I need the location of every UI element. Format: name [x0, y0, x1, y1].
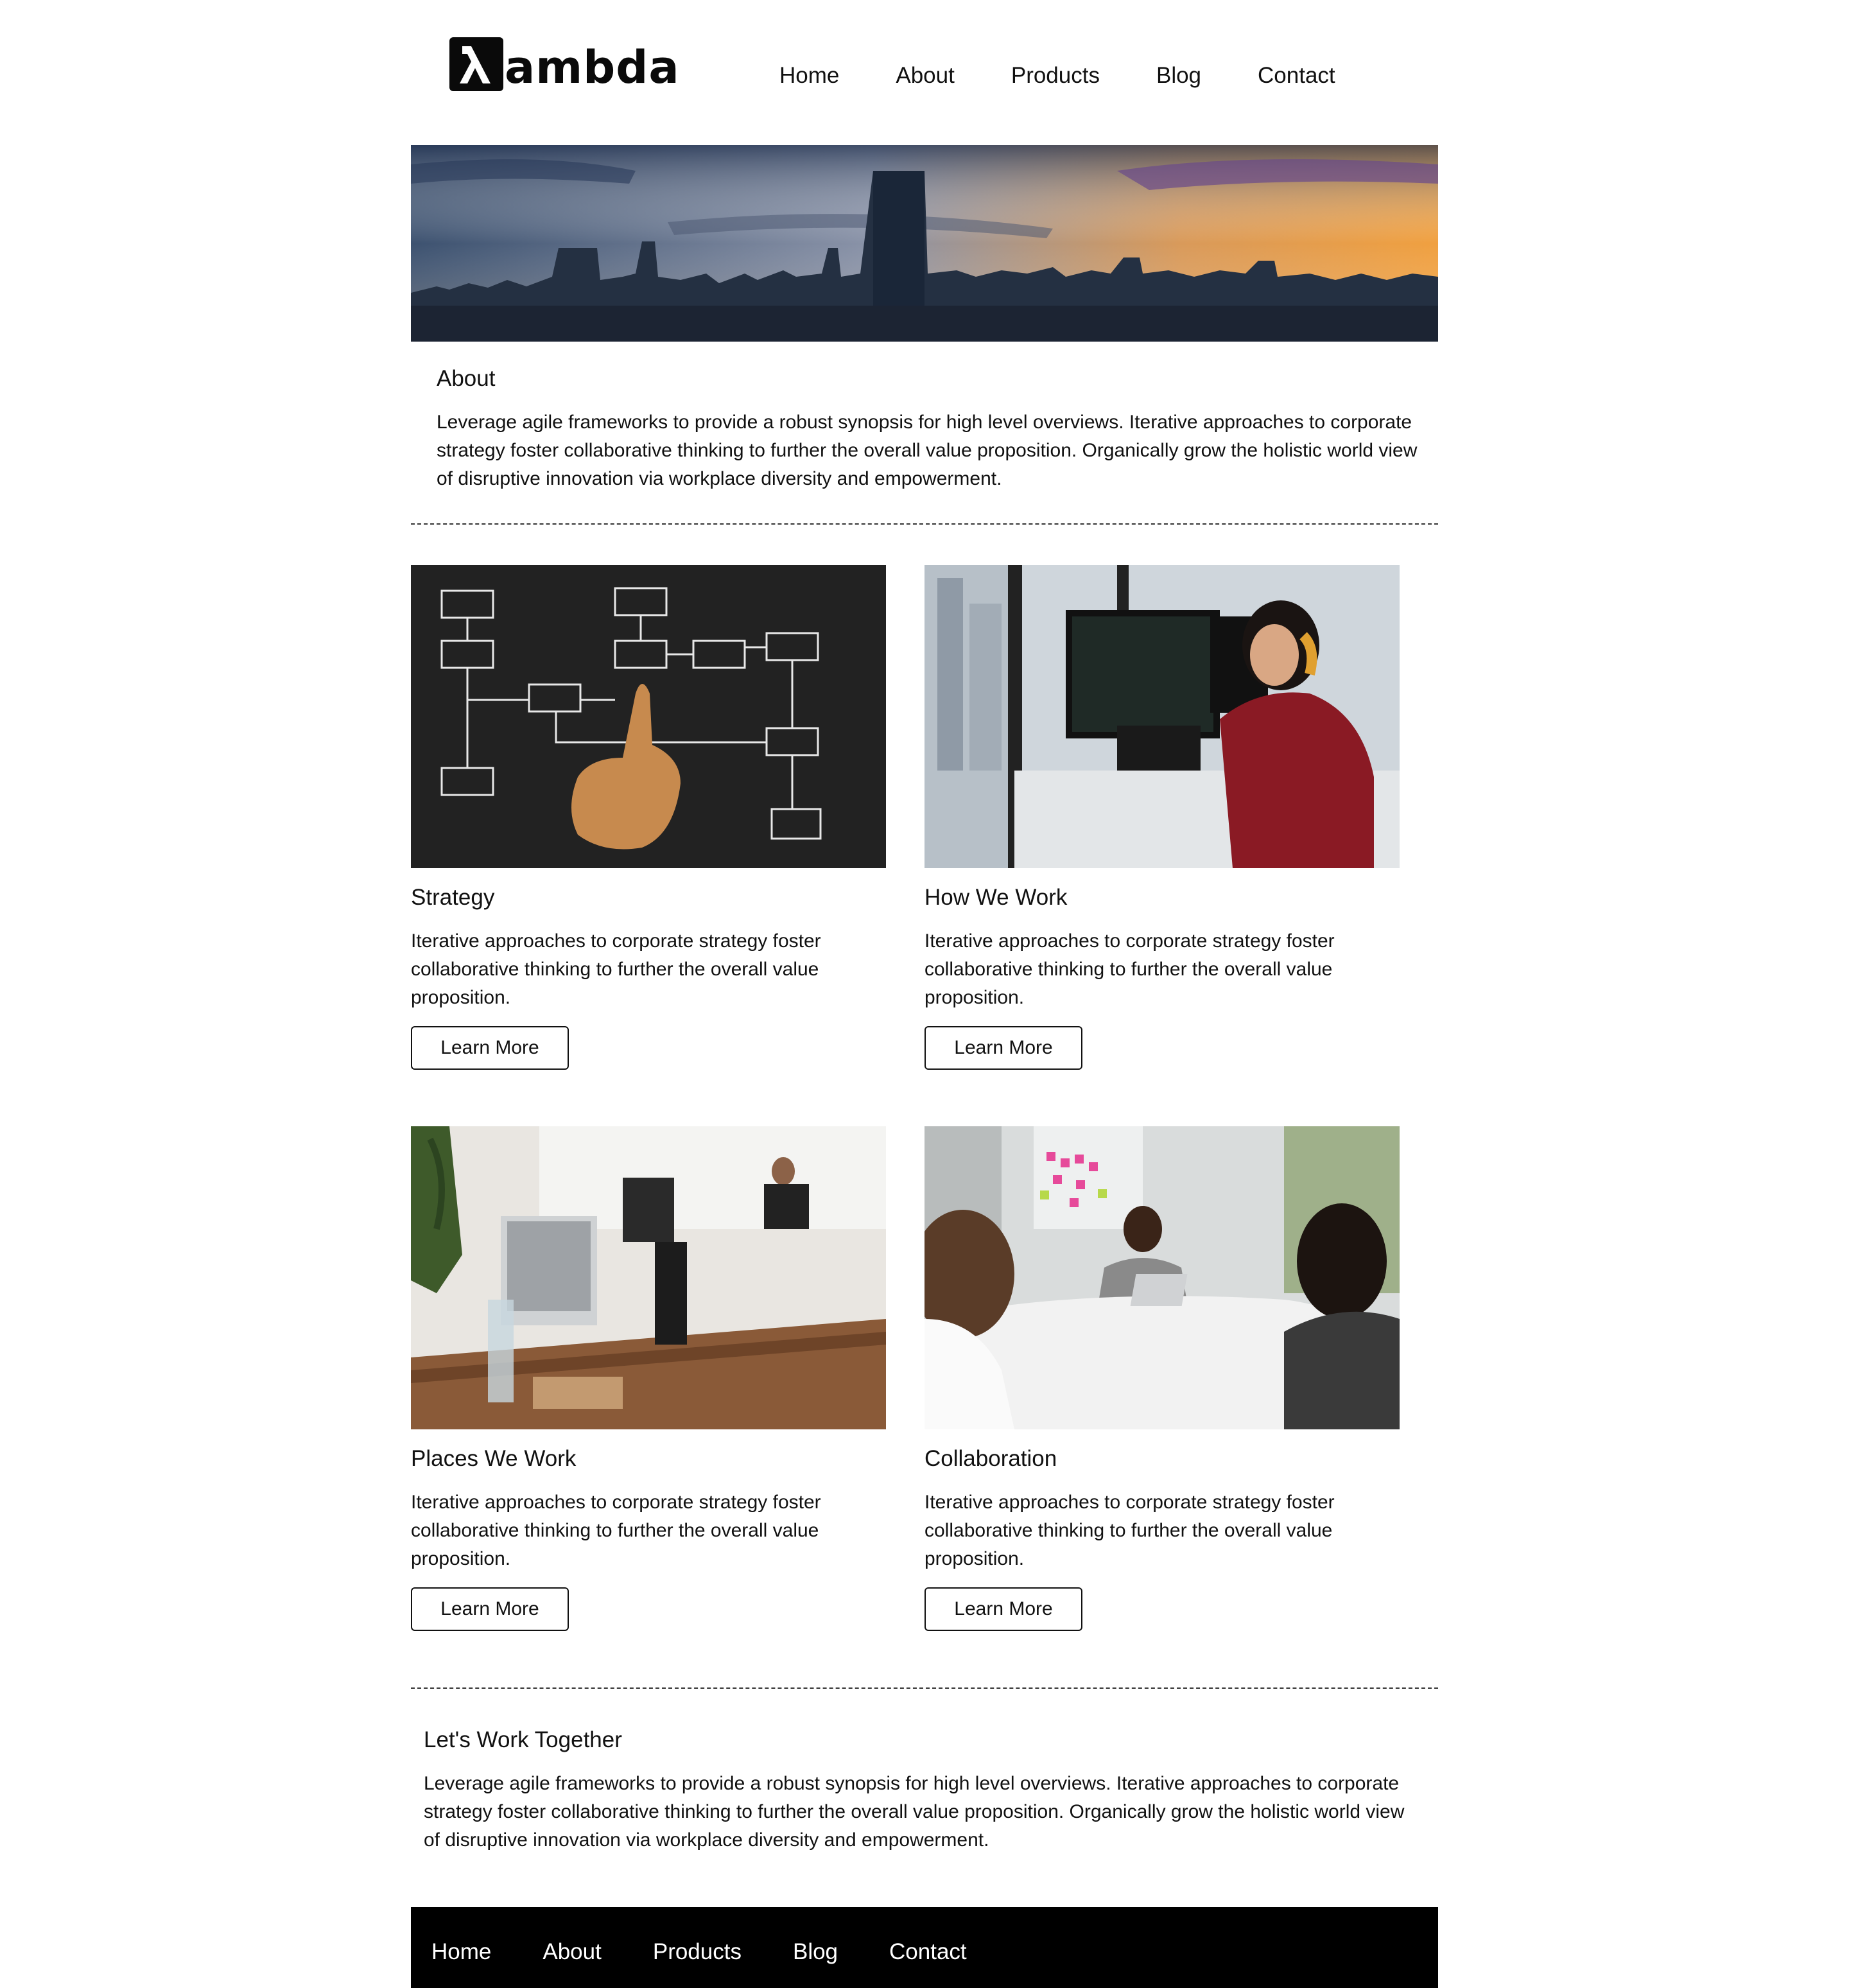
nav-blog[interactable]: Blog — [1156, 63, 1201, 89]
learn-more-button[interactable]: Learn More — [924, 1587, 1082, 1631]
card-collaboration: Collaboration Iterative approaches to co… — [924, 1126, 1400, 1631]
nav-products[interactable]: Products — [1011, 63, 1100, 89]
nav-about[interactable]: About — [896, 63, 954, 89]
about-body: Leverage agile frameworks to provide a r… — [437, 412, 1418, 489]
card-strategy: Strategy Iterative approaches to corpora… — [411, 565, 886, 1070]
together-title: Let's Work Together — [424, 1727, 622, 1752]
logo[interactable]: ambda — [449, 37, 680, 91]
hero-image — [411, 145, 1438, 342]
nav-home[interactable]: Home — [779, 63, 839, 89]
card-body: Iterative approaches to corporate strate… — [924, 1492, 1335, 1569]
card-body: Iterative approaches to corporate strate… — [411, 930, 821, 1008]
lambda-logo-icon — [449, 37, 503, 91]
learn-more-button[interactable]: Learn More — [411, 1587, 569, 1631]
card-title: Places We Work — [411, 1446, 577, 1471]
card-image — [924, 1126, 1400, 1429]
card-title: Strategy — [411, 885, 495, 910]
logo-text: ambda — [505, 41, 680, 94]
about-section: About Leverage agile frameworks to provi… — [437, 366, 1425, 493]
footer-nav-blog[interactable]: Blog — [793, 1939, 838, 1965]
learn-more-button[interactable]: Learn More — [924, 1026, 1082, 1070]
card-title: How We Work — [924, 885, 1068, 910]
card-how-we-work: How We Work Iterative approaches to corp… — [924, 565, 1400, 1070]
card-body: Iterative approaches to corporate strate… — [924, 930, 1335, 1008]
about-title: About — [437, 366, 496, 391]
footer-nav-products[interactable]: Products — [653, 1939, 742, 1965]
footer-nav-contact[interactable]: Contact — [889, 1939, 967, 1965]
card-image — [411, 1126, 886, 1429]
footer-nav: Home About Products Blog Contact — [431, 1939, 1018, 1965]
site-header: ambda Home About Products Blog Contact — [411, 0, 1438, 144]
footer-nav-home[interactable]: Home — [431, 1939, 491, 1965]
card-image — [924, 565, 1400, 868]
page: ambda Home About Products Blog Contact A… — [411, 0, 1438, 1988]
card-body: Iterative approaches to corporate strate… — [411, 1492, 821, 1569]
nav-contact[interactable]: Contact — [1258, 63, 1335, 89]
work-together-section: Let's Work Together Leverage agile frame… — [424, 1727, 1425, 1854]
main-nav: Home About Products Blog Contact — [779, 63, 1335, 89]
divider — [411, 523, 1438, 525]
card-places-we-work: Places We Work Iterative approaches to c… — [411, 1126, 886, 1631]
footer-nav-about[interactable]: About — [543, 1939, 601, 1965]
card-title: Collaboration — [924, 1446, 1057, 1471]
card-image — [411, 565, 886, 868]
learn-more-button[interactable]: Learn More — [411, 1026, 569, 1070]
together-body: Leverage agile frameworks to provide a r… — [424, 1773, 1405, 1851]
divider — [411, 1687, 1438, 1689]
site-footer: Home About Products Blog Contact — [411, 1907, 1438, 1988]
